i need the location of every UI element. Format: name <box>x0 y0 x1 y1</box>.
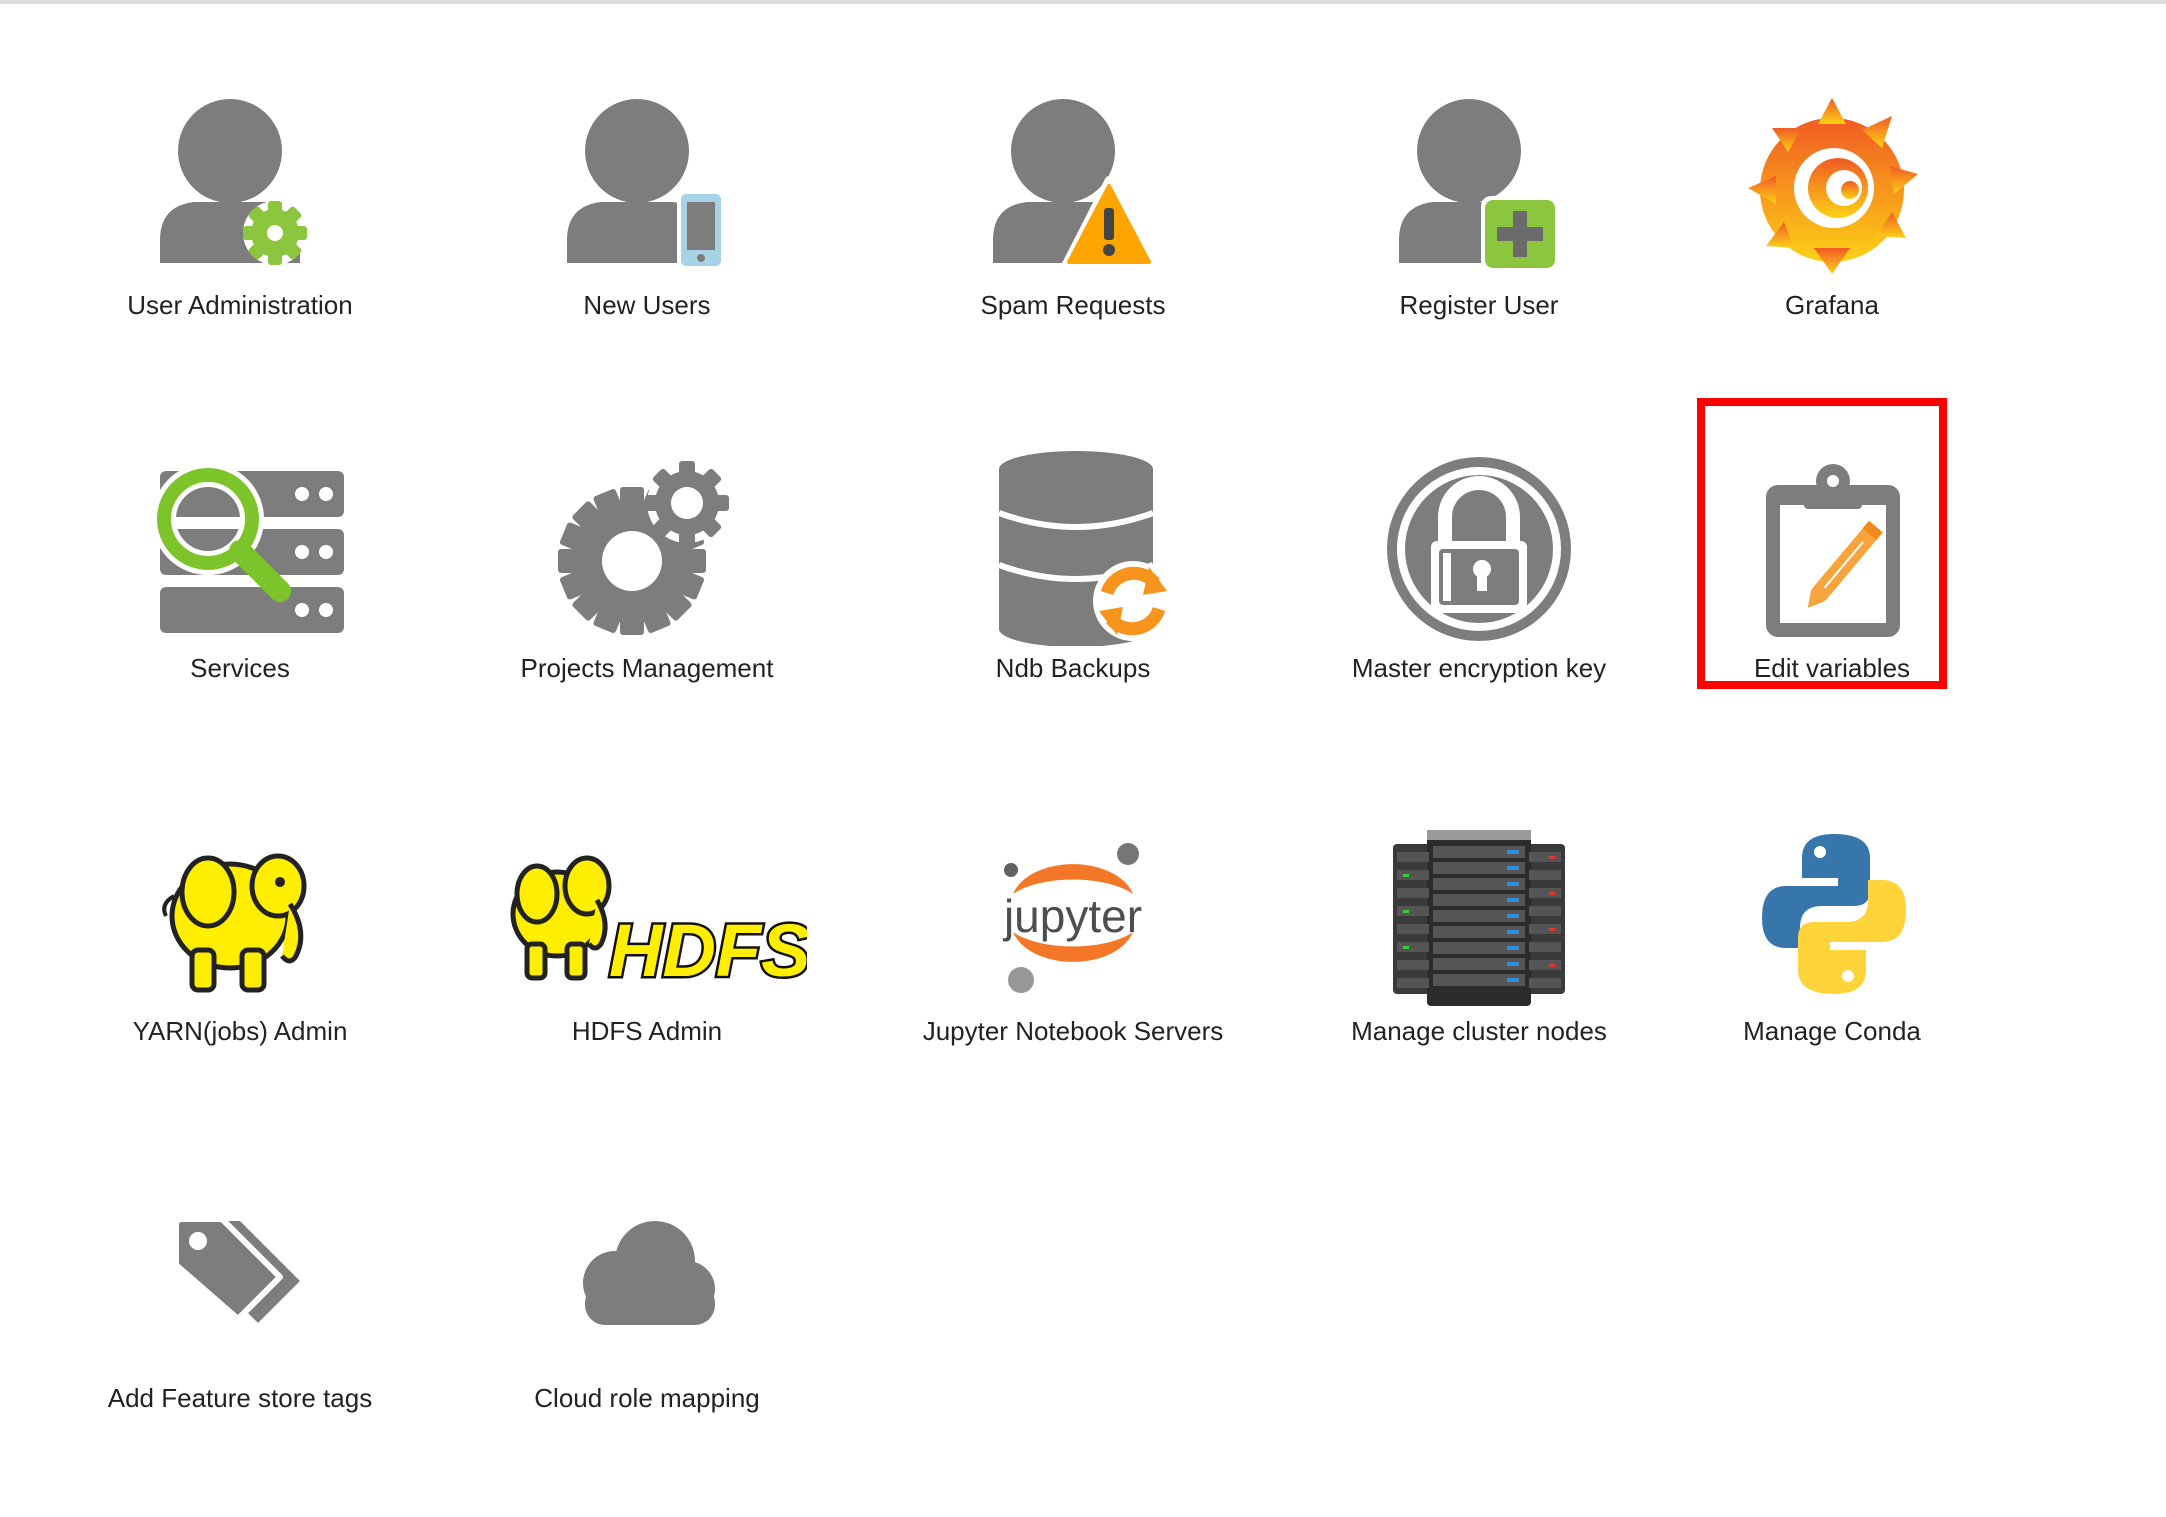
tile-edit-variables[interactable]: Edit variables <box>1642 381 2022 711</box>
server-rack-icon <box>1369 804 1589 1009</box>
tile-label: Projects Management <box>520 653 774 683</box>
tile-label: Master encryption key <box>1351 653 1607 683</box>
tile-grafana[interactable]: Grafana <box>1642 18 2022 348</box>
tile-label: HDFS Admin <box>571 1016 723 1046</box>
tile-label: Jupyter Notebook Servers <box>922 1016 1224 1046</box>
database-sync-icon <box>963 441 1183 646</box>
tile-label: Ndb Backups <box>995 653 1151 683</box>
python-logo-icon <box>1722 804 1942 1009</box>
tile-label: Manage Conda <box>1743 1016 1921 1046</box>
tile-new-users[interactable]: New Users <box>457 18 837 348</box>
gears-icon <box>537 441 757 646</box>
tile-services[interactable]: Services <box>50 381 430 711</box>
hdfs-logo-icon: HDFS <box>487 804 807 1009</box>
top-border <box>0 0 2166 4</box>
hdfs-logo-text: HDFS <box>609 909 807 992</box>
tile-projects-management[interactable]: Projects Management <box>457 381 837 711</box>
tile-user-administration[interactable]: User Administration <box>50 18 430 348</box>
hadoop-elephant-icon <box>130 804 350 1009</box>
jupyter-logo-icon: jupyter <box>963 804 1183 1009</box>
tile-label: Services <box>190 653 290 683</box>
tile-master-encryption-key[interactable]: Master encryption key <box>1289 381 1669 711</box>
tile-label: Add Feature store tags <box>107 1383 373 1413</box>
user-warning-icon <box>963 78 1183 283</box>
tile-label: Cloud role mapping <box>534 1383 760 1413</box>
tile-label: Grafana <box>1785 290 1879 320</box>
tile-yarn-admin[interactable]: YARN(jobs) Admin <box>50 744 430 1074</box>
tile-jupyter-servers[interactable]: jupyter Jupyter Notebook Servers <box>883 744 1263 1074</box>
tile-hdfs-admin[interactable]: HDFS HDFS Admin <box>457 744 837 1074</box>
server-search-icon <box>130 441 350 646</box>
tile-label: New Users <box>583 290 711 320</box>
tile-label: User Administration <box>127 290 353 320</box>
tile-label: Edit variables <box>1753 653 1911 683</box>
tile-register-user[interactable]: Register User <box>1289 18 1669 348</box>
jupyter-logo-text: jupyter <box>1002 890 1142 942</box>
lock-icon <box>1369 441 1589 646</box>
tile-label: Register User <box>1399 290 1559 320</box>
user-plus-icon <box>1369 78 1589 283</box>
grafana-logo-icon <box>1722 78 1942 283</box>
tile-manage-conda[interactable]: Manage Conda <box>1642 744 2022 1074</box>
user-phone-icon <box>537 78 757 283</box>
tags-icon <box>130 1171 350 1376</box>
user-gear-icon <box>130 78 350 283</box>
tile-spam-requests[interactable]: Spam Requests <box>883 18 1263 348</box>
clipboard-edit-icon <box>1722 441 1942 646</box>
tile-ndb-backups[interactable]: Ndb Backups <box>883 381 1263 711</box>
tile-label: YARN(jobs) Admin <box>132 1016 348 1046</box>
tile-label: Spam Requests <box>980 290 1166 320</box>
tile-label: Manage cluster nodes <box>1351 1016 1607 1046</box>
tile-manage-cluster-nodes[interactable]: Manage cluster nodes <box>1289 744 1669 1074</box>
tile-cloud-role-mapping[interactable]: Cloud role mapping <box>457 1111 837 1441</box>
tile-feature-store-tags[interactable]: Add Feature store tags <box>50 1111 430 1441</box>
cloud-icon <box>537 1171 757 1376</box>
